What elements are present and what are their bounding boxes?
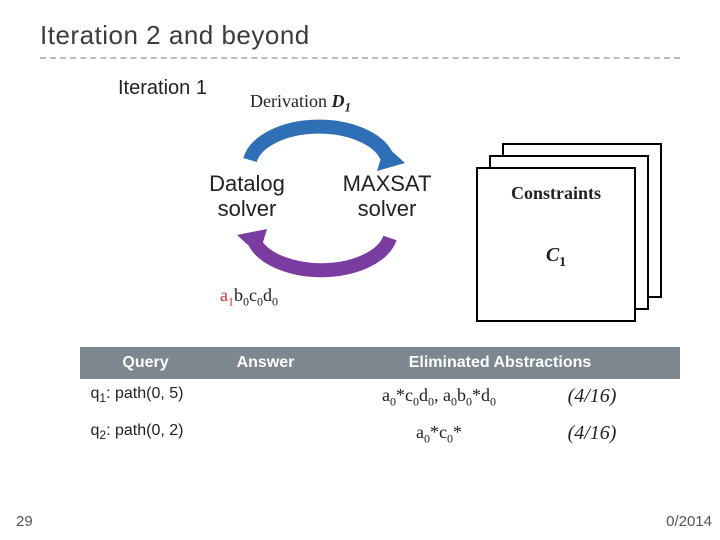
iteration-label: Iteration 1: [118, 77, 208, 100]
constraints-stack: Constraints C1: [476, 143, 676, 313]
derivation-label: Derivation D1: [250, 91, 351, 116]
title-divider: [40, 57, 680, 59]
cell-answer: [211, 379, 321, 416]
sheet-front: Constraints C1: [476, 167, 636, 322]
col-eliminated: Eliminated Abstractions: [321, 348, 680, 379]
derivation-word: Derivation: [250, 91, 331, 111]
content-area: Iteration 1 Derivation D1 Datalog solver…: [40, 73, 680, 503]
cell-frac: (4/16): [558, 416, 680, 453]
derivation-sym: D: [331, 91, 344, 111]
results-table: Query Answer Eliminated Abstractions q1:…: [80, 347, 680, 452]
abstraction-string: a1b0c0d0: [220, 285, 278, 310]
slide-title: Iteration 2 and beyond: [40, 20, 680, 51]
cell-answer: [211, 416, 321, 453]
page-number: 29: [16, 513, 33, 530]
cell-frac: (4/16): [558, 379, 680, 416]
bottom-arrow: [235, 223, 405, 283]
cell-elim: a0*c0*: [321, 416, 558, 453]
cell-query: q2: path(0, 2): [81, 416, 211, 453]
solver-row: Datalog solver MAXSAT solver: [180, 171, 460, 222]
date-fragment: 0/2014: [666, 513, 712, 530]
top-arrow: [235, 115, 405, 175]
constraints-title: Constraints: [488, 183, 624, 204]
slide: Iteration 2 and beyond Iteration 1 Deriv…: [0, 0, 720, 540]
table-header-row: Query Answer Eliminated Abstractions: [81, 348, 680, 379]
constraints-symbol: C1: [488, 244, 624, 271]
table-row: q2: path(0, 2) a0*c0* (4/16): [81, 416, 680, 453]
derivation-sub: 1: [344, 100, 351, 115]
datalog-solver-label: Datalog solver: [180, 171, 314, 222]
col-query: Query: [81, 348, 211, 379]
col-answer: Answer: [211, 348, 321, 379]
table-row: q1: path(0, 5) a0*c0d0, a0b0*d0 (4/16): [81, 379, 680, 416]
maxsat-solver-label: MAXSAT solver: [314, 171, 460, 222]
cell-elim: a0*c0d0, a0b0*d0: [321, 379, 558, 416]
cell-query: q1: path(0, 5): [81, 379, 211, 416]
